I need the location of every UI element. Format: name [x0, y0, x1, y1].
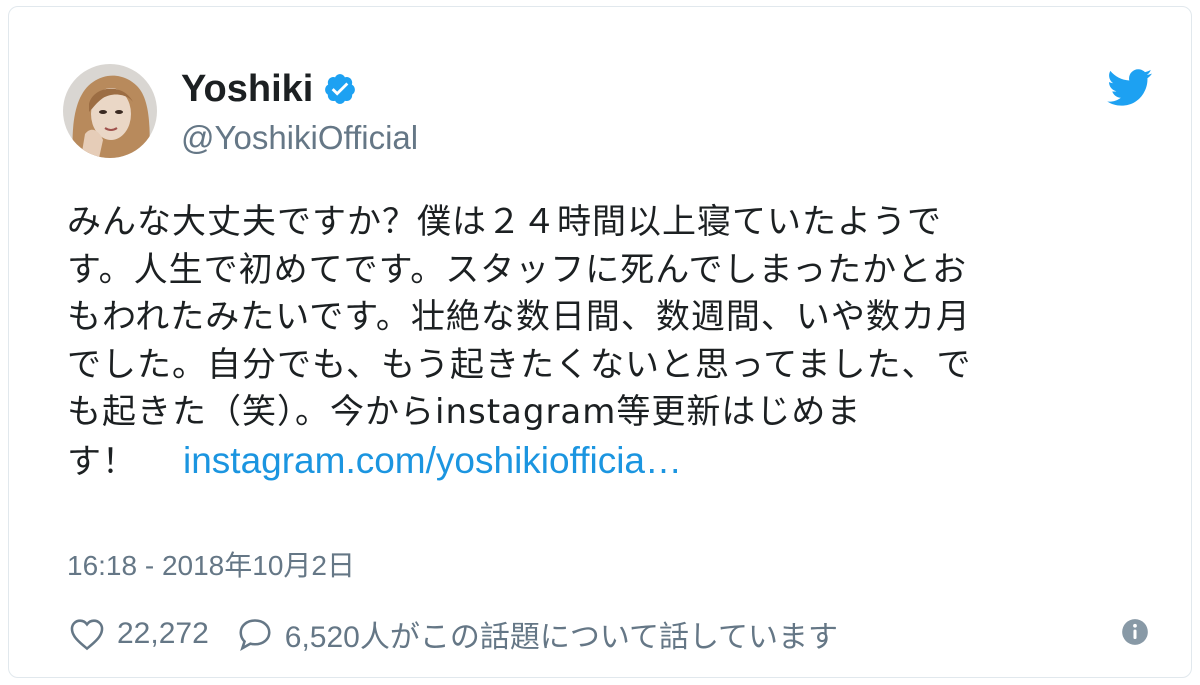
tweet-text-line: す！: [67, 441, 137, 482]
tweet-actions: 22,272 6,520人がこの話題について話しています: [67, 612, 838, 656]
speech-bubble-icon: [239, 619, 271, 651]
tweet-card: Yoshiki @YoshikiOfficial みんな大丈夫ですか？僕は２４時…: [8, 6, 1192, 678]
tweet-text-last-line: す！ instagram.com/yoshikiofficia…: [67, 437, 1147, 485]
tweet-text: みんな大丈夫ですか？僕は２４時間以上寝ていたようで す。人生で初めてです。スタッ…: [67, 199, 1147, 484]
info-icon[interactable]: [1121, 618, 1149, 646]
instagram-link[interactable]: instagram.com/yoshikiofficia…: [183, 440, 682, 481]
author-name[interactable]: Yoshiki: [181, 67, 313, 111]
verified-badge-icon: [325, 74, 356, 104]
tweet-timestamp[interactable]: 16:18 - 2018年10月2日: [67, 544, 355, 584]
avatar[interactable]: [63, 64, 157, 158]
tweet-text-line: でした。自分でも、もう起きたくないと思ってました、で: [67, 344, 972, 385]
tweet-text-line: みんな大丈夫ですか？僕は２４時間以上寝ていたようで: [67, 202, 942, 242]
tweet-text-line: す。人生で初めてです。スタッフに死んでしまったかとお: [67, 249, 968, 290]
heart-icon: [70, 619, 104, 651]
avatar-image: [63, 64, 157, 158]
author-handle[interactable]: @YoshikiOfficial: [181, 119, 418, 157]
tweet-text-line: も起きた（笑）。今からinstagram等更新はじめま: [67, 392, 862, 432]
like-button[interactable]: 22,272: [67, 615, 209, 653]
like-count: 22,272: [117, 617, 209, 650]
reply-button[interactable]: 6,520人がこの話題について話しています: [235, 612, 838, 656]
tweet-text-line: もわれたみたいです。壮絶な数日間、数週間、いや数カ月: [67, 297, 971, 337]
reply-text: 6,520人がこの話題について話しています: [284, 621, 839, 654]
twitter-bird-icon[interactable]: [1107, 69, 1153, 107]
